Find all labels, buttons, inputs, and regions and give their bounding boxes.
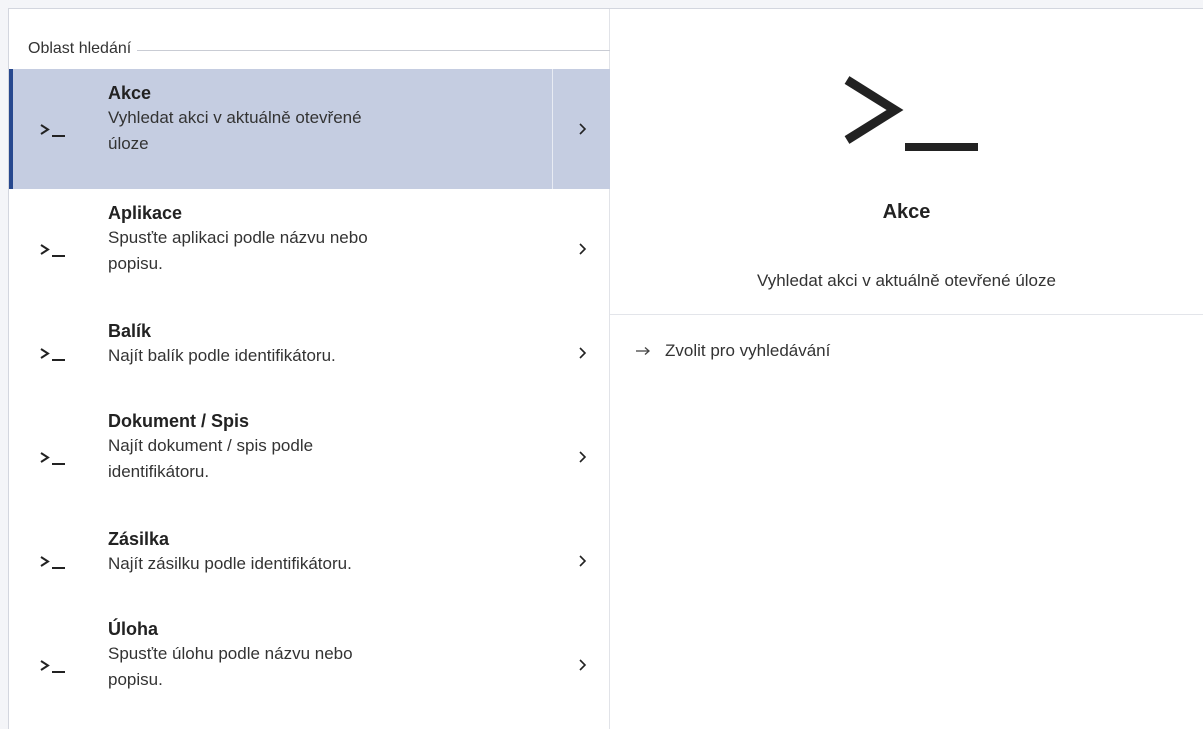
description-line: Najít balík podle identifikátoru. [108, 346, 336, 365]
detail-title: Akce [882, 201, 931, 223]
search-panel: Oblast hledání Akce Vyhledat akci v aktuá… [8, 8, 1203, 729]
search-area-title: Aplikace [108, 203, 183, 223]
search-area-description: Najít zásilku podle identifikátoru. [108, 551, 508, 577]
detail-pane: Akce Vyhledat akci v aktuálně otevřené ú… [610, 9, 1203, 729]
description-line: popisu. [108, 254, 163, 273]
chevron-right-icon[interactable] [575, 448, 589, 466]
terminal-prompt-icon [37, 120, 71, 142]
item-separator [552, 69, 553, 189]
chevron-right-icon[interactable] [575, 240, 589, 258]
search-area-title: Balík [108, 321, 152, 341]
search-area-list: Akce Vyhledat akci v aktuálně otevřené úlo… [9, 69, 610, 725]
search-area-list-pane: Oblast hledání Akce Vyhledat akci v aktuá… [9, 9, 610, 729]
item-separator [552, 189, 553, 309]
search-area-title: Úloha [108, 619, 159, 639]
search-area-text: Aplikace Spusťte aplikaci podle názvu neb… [108, 201, 508, 277]
description-line: Spusťte aplikaci podle názvu nebo [108, 228, 368, 247]
search-area-item-1[interactable]: Akce Vyhledat akci v aktuálně otevřené úlo… [9, 69, 610, 189]
search-area-description: Najít balík podle identifikátoru. [108, 343, 508, 369]
search-area-item-2[interactable]: Aplikace Spusťte aplikaci podle názvu neb… [9, 189, 610, 309]
search-area-text: Dokument / Spis Najít dokument / spis pod… [108, 409, 508, 485]
terminal-prompt-icon [37, 656, 71, 678]
terminal-prompt-icon [37, 344, 71, 366]
description-line: identifikátoru. [108, 462, 210, 481]
search-area-description: Najít dokument / spis podle identifikátor… [108, 433, 508, 485]
search-area-description: Vyhledat akci v aktuálně otevřené úloze [108, 105, 508, 157]
chevron-right-icon[interactable] [575, 120, 589, 138]
description-line: Vyhledat akci v aktuálně otevřené [108, 108, 362, 127]
search-area-text: Zásilka Najít zásilku podle identifikátor… [108, 527, 508, 577]
item-separator [552, 517, 553, 605]
detail-description: Vyhledat akci v aktuálně otevřené úloze [757, 271, 1056, 290]
search-area-header: Oblast hledání [9, 35, 610, 63]
terminal-prompt-icon [37, 240, 71, 262]
search-area-item-5[interactable]: Zásilka Najít zásilku podle identifikátor… [9, 517, 610, 605]
description-line: Spusťte úlohu podle názvu nebo [108, 644, 353, 663]
search-area-title: Akce [108, 83, 152, 103]
terminal-prompt-icon [37, 552, 71, 574]
search-area-text: Akce Vyhledat akci v aktuálně otevřené úlo… [108, 81, 508, 157]
chevron-right-icon[interactable] [575, 656, 589, 674]
item-separator [552, 397, 553, 517]
select-for-search-label: Zvolit pro vyhledávání [665, 341, 831, 360]
search-area-description: Spusťte aplikaci podle názvu nebo popisu. [108, 225, 508, 277]
description-line: úloze [108, 134, 149, 153]
select-for-search-link[interactable]: Zvolit pro vyhledávání [635, 341, 830, 361]
search-area-description: Spusťte úlohu podle názvu nebo popisu. [108, 641, 508, 693]
search-area-label: Oblast hledání [28, 40, 132, 57]
arrow-right-icon [635, 345, 651, 357]
terminal-prompt-icon [37, 448, 71, 470]
search-area-item-3[interactable]: Balík Najít balík podle identifikátoru. [9, 309, 610, 397]
item-separator [552, 605, 553, 725]
item-separator [552, 309, 553, 397]
description-line: Najít dokument / spis podle [108, 436, 314, 455]
terminal-prompt-icon [844, 76, 978, 151]
search-area-text: Úloha Spusťte úlohu podle názvu nebo popis… [108, 617, 508, 693]
search-area-text: Balík Najít balík podle identifikátoru. [108, 319, 508, 369]
chevron-right-icon[interactable] [575, 552, 589, 570]
header-divider [137, 49, 610, 51]
detail-divider [610, 314, 1203, 315]
chevron-right-icon[interactable] [575, 344, 589, 362]
search-area-item-6[interactable]: Úloha Spusťte úlohu podle názvu nebo popis… [9, 605, 610, 725]
search-area-title: Dokument / Spis [108, 411, 250, 431]
description-line: popisu. [108, 670, 163, 689]
search-area-title: Zásilka [108, 529, 170, 549]
search-area-item-4[interactable]: Dokument / Spis Najít dokument / spis pod… [9, 397, 610, 517]
description-line: Najít zásilku podle identifikátoru. [108, 554, 352, 573]
